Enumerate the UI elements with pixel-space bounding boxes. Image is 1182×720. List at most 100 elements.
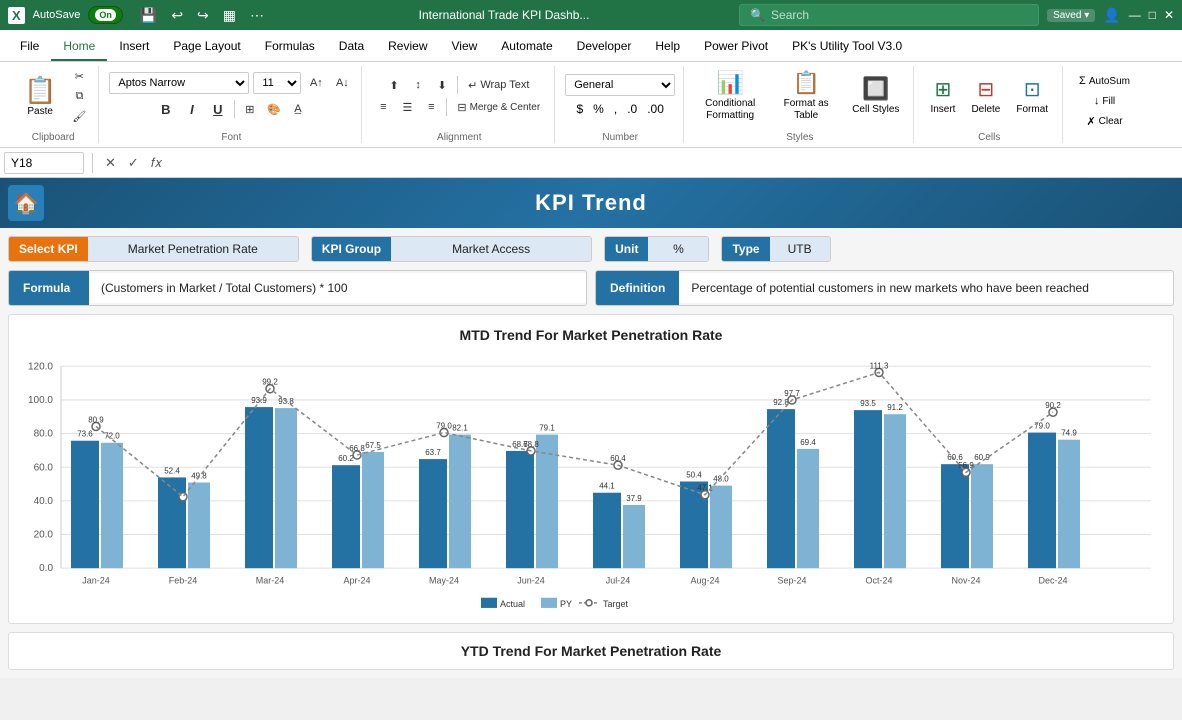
tab-pk-utility[interactable]: PK's Utility Tool V3.0	[780, 33, 914, 61]
tab-data[interactable]: Data	[327, 33, 376, 61]
number-label: Number	[602, 128, 638, 143]
font-name-selector[interactable]: Aptos Narrow	[109, 72, 249, 94]
font-top-row: Aptos Narrow 11 A↑ A↓	[109, 72, 353, 94]
type-value[interactable]: UTB	[770, 237, 830, 261]
kpi-group-value[interactable]: Market Access	[391, 237, 591, 261]
bar-py-mar	[275, 408, 297, 568]
fill-button[interactable]: ↓ Fill	[1088, 93, 1121, 109]
underline-button[interactable]: U	[206, 98, 230, 120]
merge-center-button[interactable]: ⊟ Merge & Center	[451, 98, 546, 116]
type-label[interactable]: Type	[722, 237, 769, 261]
align-right-button[interactable]: ≡	[420, 98, 442, 116]
tab-automate[interactable]: Automate	[489, 33, 564, 61]
more-icon[interactable]: ⋯	[245, 5, 269, 26]
format-as-table-button[interactable]: 📋 Format as Table	[770, 66, 842, 126]
autosave-toggle[interactable]: On	[88, 6, 123, 24]
tab-view[interactable]: View	[440, 33, 490, 61]
decrease-font-icon[interactable]: A↓	[331, 74, 353, 92]
conditional-formatting-label: Conditional Formatting	[700, 98, 760, 122]
tab-help[interactable]: Help	[643, 33, 692, 61]
increase-font-icon[interactable]: A↑	[305, 74, 327, 92]
svg-text:80.0: 80.0	[34, 429, 54, 440]
unit-value[interactable]: %	[648, 237, 708, 261]
minimize-icon[interactable]: —	[1129, 8, 1141, 22]
close-icon[interactable]: ✕	[1164, 8, 1174, 22]
align-middle-button[interactable]: ↕	[407, 76, 429, 94]
svg-text:100.0: 100.0	[28, 395, 53, 406]
font-size-selector[interactable]: 11	[253, 72, 301, 94]
svg-text:Feb-24: Feb-24	[169, 575, 197, 585]
select-kpi-label[interactable]: Select KPI	[9, 237, 88, 261]
search-input[interactable]	[771, 8, 1028, 22]
tab-file[interactable]: File	[8, 33, 51, 61]
insert-button[interactable]: ⊞ Insert	[924, 73, 961, 119]
grid-view-icon[interactable]: ▦	[218, 5, 241, 26]
bar-actual-dec	[1028, 433, 1056, 569]
redo-icon[interactable]: ↪	[192, 5, 214, 26]
copy-button[interactable]: ⧉	[68, 87, 90, 105]
percent-button[interactable]: %	[589, 100, 608, 118]
formula-input[interactable]	[170, 154, 1178, 172]
search-box[interactable]: 🔍	[739, 4, 1039, 26]
delete-button[interactable]: ⊟ Delete	[965, 73, 1006, 119]
tab-developer[interactable]: Developer	[565, 33, 644, 61]
bar-actual-jun	[506, 451, 534, 568]
undo-icon[interactable]: ↩	[166, 5, 188, 26]
number-format-selector[interactable]: General	[565, 74, 675, 96]
cell-styles-button[interactable]: 🔲 Cell Styles	[846, 72, 905, 120]
bold-button[interactable]: B	[154, 98, 178, 120]
select-kpi-value[interactable]: Market Penetration Rate	[88, 237, 298, 261]
svg-text:60.0: 60.0	[34, 462, 54, 473]
decrease-decimal-button[interactable]: .00	[643, 100, 668, 118]
conditional-formatting-button[interactable]: 📊 Conditional Formatting	[694, 66, 766, 126]
currency-button[interactable]: $	[572, 100, 587, 118]
confirm-formula-icon[interactable]: ✓	[124, 153, 143, 173]
bar-actual-mar	[245, 407, 273, 568]
user-icon[interactable]: 👤	[1103, 7, 1120, 24]
comma-button[interactable]: ,	[610, 100, 621, 118]
save-icon[interactable]: 💾	[135, 5, 162, 26]
cells-label: Cells	[978, 128, 1000, 143]
insert-function-icon[interactable]: 𝑓𝑥	[147, 153, 166, 173]
italic-button[interactable]: I	[180, 98, 204, 120]
autosum-button[interactable]: Σ AutoSum	[1073, 73, 1136, 89]
legend-py-box	[541, 598, 557, 608]
align-center-button[interactable]: ☰	[396, 98, 418, 116]
align-bottom-button[interactable]: ⬇	[431, 76, 453, 94]
tab-formulas[interactable]: Formulas	[253, 33, 327, 61]
alignment-bottom-row: ≡ ☰ ≡ ⊟ Merge & Center	[372, 98, 546, 116]
unit-label[interactable]: Unit	[605, 237, 648, 261]
align-left-button[interactable]: ≡	[372, 98, 394, 116]
tab-insert[interactable]: Insert	[107, 33, 161, 61]
bar-py-feb	[188, 483, 210, 569]
wrap-text-button[interactable]: ↵ Wrap Text	[462, 76, 535, 94]
cancel-formula-icon[interactable]: ✕	[101, 153, 120, 173]
svg-text:63.7: 63.7	[425, 448, 441, 457]
clear-button[interactable]: ✗ Clear	[1080, 113, 1128, 130]
ribbon: 📋 Paste ✂ ⧉ 🖌 Clipboard Aptos Narrow 11 …	[0, 62, 1182, 148]
fill-color-button[interactable]: 🎨	[263, 100, 285, 118]
border-button[interactable]: ⊞	[239, 100, 261, 118]
format-button[interactable]: ⊡ Format	[1010, 73, 1054, 119]
tab-home[interactable]: Home	[51, 33, 107, 61]
tab-power-pivot[interactable]: Power Pivot	[692, 33, 780, 61]
bar-py-jan	[101, 443, 123, 568]
format-painter-button[interactable]: 🖌	[68, 107, 90, 125]
align-top-button[interactable]: ⬆	[383, 76, 405, 94]
legend-py-text: PY	[560, 599, 572, 609]
tab-page-layout[interactable]: Page Layout	[161, 33, 252, 61]
increase-decimal-button[interactable]: .0	[623, 100, 641, 118]
align-divider	[457, 76, 458, 94]
home-icon[interactable]: 🏠	[8, 185, 44, 221]
formula-value: (Customers in Market / Total Customers) …	[89, 273, 586, 303]
paste-button[interactable]: 📋 Paste	[16, 71, 64, 121]
tab-review[interactable]: Review	[376, 33, 439, 61]
maximize-icon[interactable]: □	[1149, 8, 1156, 22]
svg-text:97.7: 97.7	[784, 389, 800, 398]
font-color-button[interactable]: A̲	[287, 100, 309, 118]
ribbon-group-styles: 📊 Conditional Formatting 📋 Format as Tab…	[686, 66, 914, 143]
cut-button[interactable]: ✂	[68, 67, 90, 85]
cell-reference-input[interactable]	[4, 152, 84, 174]
bar-py-aug	[710, 486, 732, 569]
kpi-group-label[interactable]: KPI Group	[312, 237, 391, 261]
